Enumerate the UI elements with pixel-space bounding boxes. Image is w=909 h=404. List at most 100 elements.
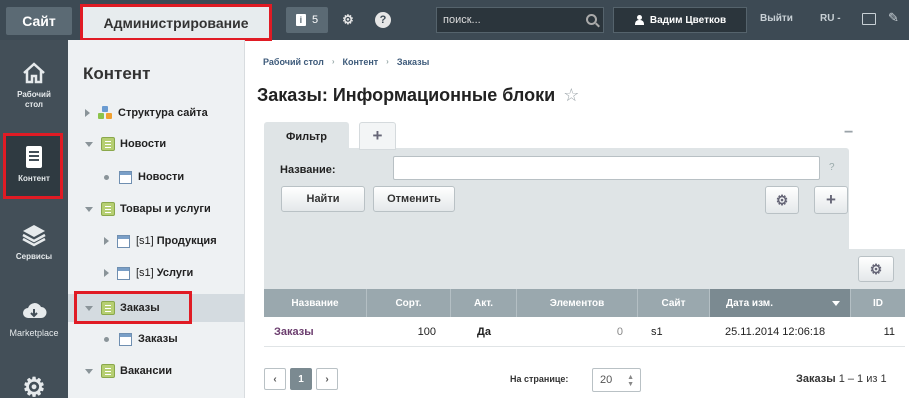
language-select[interactable]: RU - [820, 13, 841, 24]
structure-icon [98, 106, 113, 120]
total-value: 1 – 1 из 1 [838, 373, 887, 385]
cell-sort: 100 [417, 326, 436, 338]
add-filter-tab-button[interactable]: + [359, 122, 396, 150]
breadcrumb-item[interactable]: Заказы [397, 57, 429, 67]
expand-arrow-icon[interactable] [104, 237, 109, 245]
help-icon[interactable]: ? [375, 12, 391, 28]
search-placeholder: поиск... [443, 14, 481, 26]
menu-desktop-label: Рабочий стол [17, 90, 51, 109]
orders-highlight [74, 291, 192, 324]
gear-icon: ⚙ [22, 372, 46, 402]
filter-name-input[interactable] [393, 156, 820, 180]
gear-icon: ⚙ [775, 191, 789, 208]
tree-item-production[interactable]: [s1] Продукция [68, 230, 244, 252]
menu-services[interactable]: Сервисы [0, 222, 68, 262]
cancel-button[interactable]: Отменить [373, 186, 455, 212]
search-input[interactable]: поиск... [436, 7, 604, 33]
chevron-right-icon: › [386, 57, 389, 66]
top-bar: Сайт Администрирование i 5 ⚙ ? поиск... … [0, 0, 909, 41]
cell-active: Да [477, 326, 491, 338]
tree-item-products-services[interactable]: Товары и услуги [68, 198, 244, 220]
filter-name-label: Название: [280, 164, 336, 176]
tree-item-label: Новости [120, 138, 167, 150]
menu-desktop[interactable]: Рабочий стол [0, 60, 68, 110]
gear-icon[interactable]: ⚙ [340, 12, 356, 28]
page-title: Заказы: Информационные блоки [257, 85, 556, 105]
tree-item-news-iblock[interactable]: Новости [68, 166, 244, 188]
notification-icon: i [295, 14, 306, 26]
prev-page-button[interactable]: ‹ [264, 368, 286, 390]
keyboard-icon[interactable] [862, 13, 876, 25]
table-settings-button[interactable]: ⚙ [858, 256, 894, 282]
table-header: Название Сорт. Акт. Элементов Сайт Дата … [264, 289, 905, 317]
user-icon [634, 15, 644, 25]
page-number[interactable]: 1 [290, 368, 312, 390]
tree-item-orders-iblock[interactable]: Заказы [68, 328, 244, 350]
cell-name[interactable]: Заказы [264, 317, 367, 347]
tree-item-label: Товары и услуги [120, 203, 211, 215]
tree-item-structure[interactable]: Структура сайта [68, 102, 244, 124]
document-icon [21, 144, 47, 170]
tab-filter[interactable]: Фильтр [264, 122, 349, 152]
expand-arrow-icon[interactable] [85, 109, 90, 117]
menu-marketplace-label: Marketplace [9, 328, 59, 338]
per-page-select[interactable]: 20 ▲ ▼ [592, 368, 641, 392]
total-count: Заказы 1 – 1 из 1 [796, 373, 887, 385]
column-header-site[interactable]: Сайт [638, 289, 710, 317]
column-header-id[interactable]: ID [851, 289, 905, 317]
user-menu[interactable]: Вадим Цветков [613, 7, 747, 33]
menu-content[interactable]: Контент [0, 144, 68, 184]
site-button[interactable]: Сайт [6, 7, 72, 35]
tree-item-services[interactable]: [s1] Услуги [68, 262, 244, 284]
column-header-date[interactable]: Дата изм. [710, 289, 851, 317]
page-title-wrap: Заказы: Информационные блоки ☆ [257, 85, 579, 106]
find-button[interactable]: Найти [281, 186, 365, 212]
tree-item-label: Структура сайта [118, 107, 208, 119]
tree-item-label: Продукция [156, 235, 217, 247]
collapse-filter-button[interactable]: − [844, 124, 853, 142]
iblock-icon [117, 234, 130, 248]
iblock-icon [117, 266, 130, 280]
pin-icon[interactable]: ✎ [888, 10, 899, 26]
column-header-elements[interactable]: Элементов [517, 289, 638, 317]
collapse-arrow-icon[interactable] [85, 368, 93, 374]
tree-item-label: Вакансии [120, 365, 172, 377]
favorite-star-icon[interactable]: ☆ [563, 85, 579, 106]
total-label: Заказы [796, 373, 836, 385]
notifications-count: 5 [311, 14, 319, 26]
main-menu: Рабочий стол Контент Сервисы Marketplace… [0, 40, 68, 400]
cell-id: 11 [883, 326, 895, 338]
logout-link[interactable]: Выйти [760, 13, 793, 24]
column-header-name[interactable]: Название [264, 289, 367, 317]
updown-icon: ▲ ▼ [627, 374, 634, 388]
breadcrumb-item[interactable]: Контент [342, 57, 378, 67]
admin-button[interactable]: Администрирование [80, 4, 272, 41]
cloud-icon [21, 298, 47, 324]
menu-marketplace[interactable]: Marketplace [0, 298, 68, 338]
menu-settings[interactable]: ⚙ [0, 374, 68, 404]
collapse-arrow-icon[interactable] [85, 206, 93, 212]
notifications-button[interactable]: i 5 [286, 7, 328, 33]
tree-item-news[interactable]: Новости [68, 133, 244, 155]
tree-item-vacancies[interactable]: Вакансии [68, 360, 244, 382]
breadcrumb-item[interactable]: Рабочий стол [263, 57, 324, 67]
table-row[interactable]: Заказы 100 Да 0 s1 25.11.2014 12:06:18 1… [264, 317, 905, 347]
chevron-right-icon: › [331, 57, 335, 66]
next-page-button[interactable]: › [316, 368, 338, 390]
help-icon[interactable]: ? [829, 162, 835, 173]
layers-icon [21, 222, 47, 248]
filter-settings-button[interactable]: ⚙ [765, 186, 799, 214]
section-icon [101, 202, 115, 216]
tree-item-label: Услуги [156, 267, 194, 279]
column-header-sort[interactable]: Сорт. [367, 289, 451, 317]
iblock-table: ⚙ Название Сорт. Акт. Элементов Сайт Дат… [264, 249, 905, 349]
expand-arrow-icon[interactable] [104, 269, 109, 277]
add-filter-field-button[interactable]: + [814, 186, 848, 214]
bullet-icon [104, 174, 109, 180]
content-tree: Контент Структура сайта Новости Новости … [68, 40, 245, 398]
collapse-arrow-icon[interactable] [85, 141, 93, 147]
search-icon[interactable] [586, 14, 597, 25]
tree-item-label: Заказы [138, 333, 178, 345]
column-header-active[interactable]: Акт. [451, 289, 517, 317]
main-content: Рабочий стол › Контент › Заказы Заказы: … [246, 40, 909, 398]
